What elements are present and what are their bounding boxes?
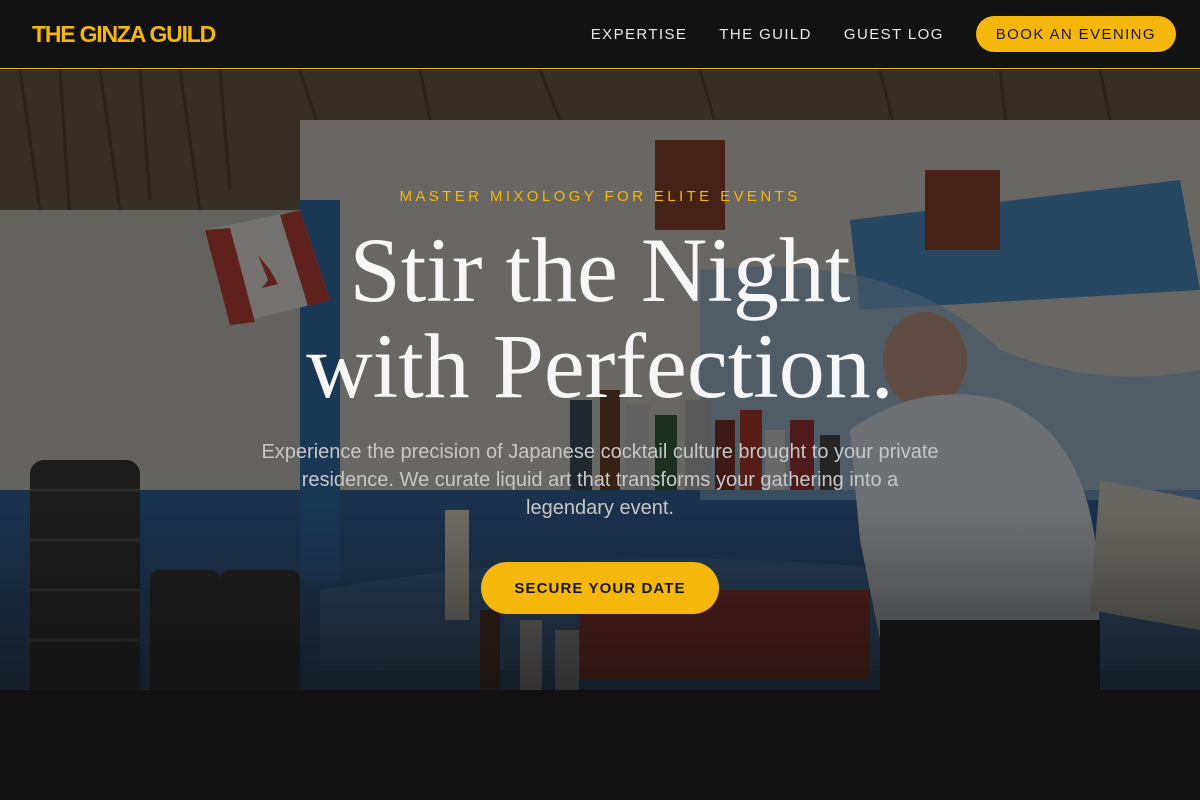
hero-headline: Stir the Night with Perfection. [0, 222, 1200, 414]
nav-link-guest-log[interactable]: GUEST LOG [844, 26, 944, 43]
nav-link-expertise[interactable]: EXPERTISE [591, 26, 688, 43]
brand-logo[interactable]: THE GINZA GUILD [32, 21, 216, 48]
hero-content: MASTER MIXOLOGY FOR ELITE EVENTS Stir th… [0, 70, 1200, 800]
main-nav: EXPERTISE THE GUILD GUEST LOG BOOK AN EV… [591, 16, 1176, 52]
hero-subtext: Experience the precision of Japanese coc… [261, 441, 939, 519]
secure-date-button[interactable]: SECURE YOUR DATE [481, 562, 719, 614]
hero-eyebrow: MASTER MIXOLOGY FOR ELITE EVENTS [399, 188, 801, 205]
hero-headline-line2: with Perfection. [306, 315, 894, 417]
site-header: THE GINZA GUILD EXPERTISE THE GUILD GUES… [0, 0, 1200, 69]
nav-link-the-guild[interactable]: THE GUILD [719, 26, 812, 43]
hero-headline-line1: Stir the Night [349, 219, 851, 321]
book-evening-button[interactable]: BOOK AN EVENING [975, 16, 1176, 52]
